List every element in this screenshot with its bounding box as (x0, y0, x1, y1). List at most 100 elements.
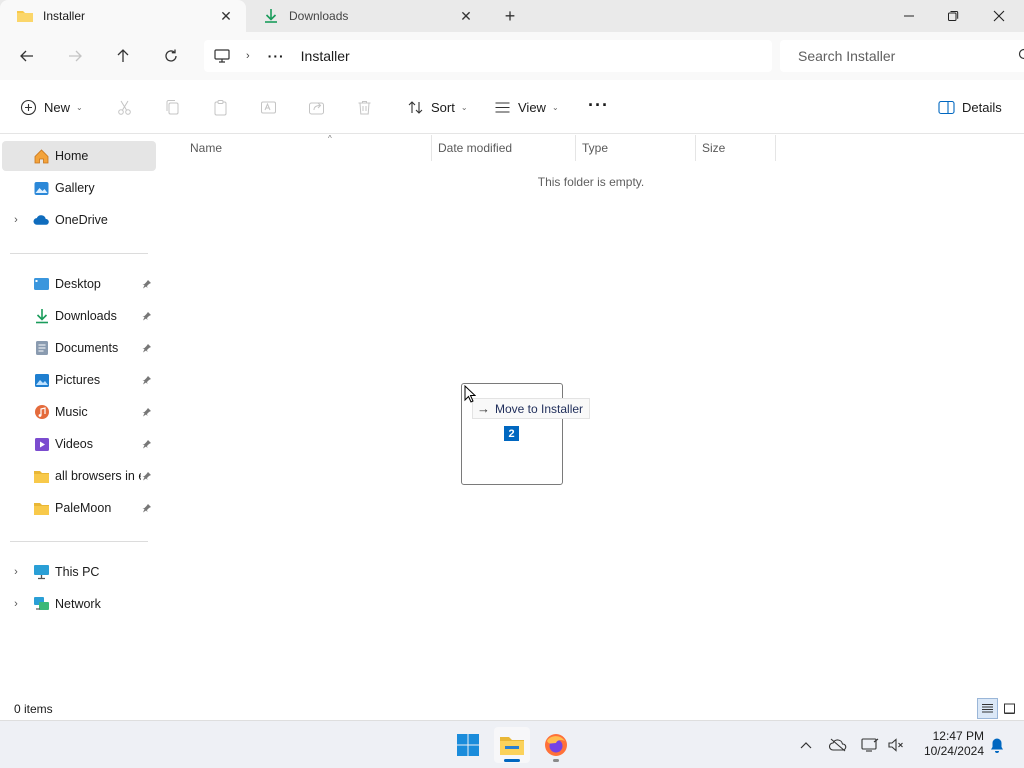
firefox-icon (545, 734, 567, 756)
copy-button[interactable] (164, 95, 181, 119)
share-button[interactable] (308, 95, 325, 119)
taskbar-firefox[interactable] (538, 727, 574, 763)
details-pane-icon (938, 100, 955, 114)
details-view-toggle[interactable] (977, 698, 998, 719)
sort-button[interactable]: Sort ⌄ (407, 95, 468, 119)
taskbar-file-explorer[interactable] (494, 727, 530, 763)
sidebar-item-downloads[interactable]: Downloads (0, 301, 158, 331)
pin-icon[interactable] (141, 278, 153, 290)
restore-button[interactable] (930, 0, 976, 32)
tab-label: Installer (43, 9, 86, 23)
sidebar-item-gallery[interactable]: Gallery (0, 173, 158, 203)
pin-icon[interactable] (141, 438, 153, 450)
copy-icon (166, 99, 179, 114)
view-button[interactable]: View ⌄ (494, 95, 559, 119)
sidebar-item-label: PaleMoon (55, 501, 112, 515)
more-options-button[interactable]: ··· (588, 93, 609, 117)
drag-tooltip-label: Move to Installer (495, 401, 584, 416)
column-header-name[interactable]: Name ^ (184, 134, 432, 161)
tab-downloads[interactable]: Downloads ✕ (246, 0, 486, 32)
pin-icon[interactable] (141, 342, 153, 354)
sidebar-item-this-pc[interactable]: › This PC (0, 557, 158, 587)
pin-icon[interactable] (141, 502, 153, 514)
breadcrumb-overflow[interactable]: ··· (268, 40, 285, 72)
this-pc-icon (33, 564, 50, 581)
tab-installer[interactable]: Installer ✕ (0, 0, 246, 32)
cut-button[interactable] (116, 95, 133, 119)
show-hidden-icons-button[interactable] (794, 733, 818, 757)
chevron-right-icon[interactable]: › (11, 566, 21, 578)
item-count: 0 items (14, 702, 53, 716)
sidebar-item-label: Pictures (55, 373, 101, 387)
taskbar-clock[interactable]: 12:47 PM 10/24/2024 (916, 729, 984, 759)
sidebar-item-documents[interactable]: Documents (0, 333, 158, 363)
sidebar-item-all-browsers[interactable]: all browsers in e (0, 461, 158, 491)
title-bar: Installer ✕ Downloads ✕ + (0, 0, 1024, 32)
pictures-icon (33, 372, 50, 389)
details-label: Details (962, 99, 1002, 115)
sidebar-item-label: This PC (55, 565, 100, 579)
monitor-icon[interactable] (214, 40, 230, 72)
start-button[interactable] (450, 727, 486, 763)
network-status-button[interactable] (858, 733, 882, 757)
sidebar-item-music[interactable]: Music (0, 397, 158, 427)
sidebar-item-label: Documents (55, 341, 119, 355)
desktop-icon (33, 276, 50, 293)
videos-icon (33, 436, 50, 453)
back-button[interactable] (13, 44, 41, 68)
details-pane-button[interactable]: Details (938, 95, 1002, 119)
search-icon[interactable] (1016, 48, 1024, 65)
windows-logo-icon (457, 734, 479, 756)
sidebar-item-label: all browsers in e (55, 469, 141, 483)
sidebar-item-palemoon[interactable]: PaleMoon (0, 493, 158, 523)
share-icon (309, 102, 324, 114)
close-tab-icon[interactable]: ✕ (218, 8, 234, 24)
pin-icon[interactable] (141, 374, 153, 386)
sidebar-item-desktop[interactable]: Desktop (0, 269, 158, 299)
chevron-down-icon: ⌄ (76, 102, 83, 112)
empty-folder-message: This folder is empty. (537, 175, 645, 189)
clock-time: 12:47 PM (932, 729, 984, 743)
pin-icon[interactable] (141, 406, 153, 418)
close-tab-icon[interactable]: ✕ (458, 8, 474, 24)
chevron-up-icon (800, 742, 812, 749)
refresh-button[interactable] (157, 44, 185, 68)
sidebar-item-home[interactable]: Home (2, 141, 156, 171)
rename-button[interactable] (260, 95, 277, 119)
onedrive-status-button[interactable] (826, 733, 850, 757)
up-arrow-icon (117, 49, 129, 62)
cloud-offline-icon (829, 738, 847, 752)
paste-button[interactable] (212, 95, 229, 119)
new-button[interactable]: New ⌄ (20, 95, 83, 119)
sidebar-item-network[interactable]: › Network (0, 589, 158, 619)
column-header-size[interactable]: Size (696, 135, 776, 161)
notifications-button[interactable] (985, 733, 1009, 757)
tiles-view-toggle[interactable] (999, 698, 1020, 719)
clock-date: 10/24/2024 (923, 744, 984, 758)
chevron-right-icon[interactable]: › (11, 598, 21, 610)
sidebar-item-onedrive[interactable]: › OneDrive (0, 205, 158, 235)
drag-item-count-badge: 2 (504, 426, 519, 441)
close-button[interactable] (976, 0, 1022, 32)
chevron-right-icon[interactable]: › (246, 40, 250, 72)
new-tab-button[interactable]: + (500, 6, 520, 26)
view-lines-icon (495, 101, 510, 113)
pin-icon[interactable] (141, 310, 153, 322)
breadcrumb[interactable]: › ··· Installer (204, 40, 772, 72)
pin-icon[interactable] (141, 470, 153, 482)
column-header-type[interactable]: Type (576, 135, 696, 161)
sidebar-item-label: Music (55, 405, 88, 419)
sidebar-item-videos[interactable]: Videos (0, 429, 158, 459)
sidebar-item-label: Desktop (55, 277, 101, 291)
file-list[interactable]: Name ^ Date modified Type Size This fold… (158, 134, 1024, 700)
breadcrumb-current[interactable]: Installer (301, 40, 350, 72)
volume-button[interactable] (884, 733, 908, 757)
forward-button[interactable] (61, 44, 89, 68)
delete-button[interactable] (356, 95, 373, 119)
sidebar-item-pictures[interactable]: Pictures (0, 365, 158, 395)
chevron-right-icon[interactable]: › (11, 214, 21, 226)
up-button[interactable] (109, 44, 137, 68)
column-header-date-modified[interactable]: Date modified (432, 135, 576, 161)
search-input[interactable]: Search Installer (780, 40, 1024, 72)
minimize-button[interactable] (886, 0, 932, 32)
